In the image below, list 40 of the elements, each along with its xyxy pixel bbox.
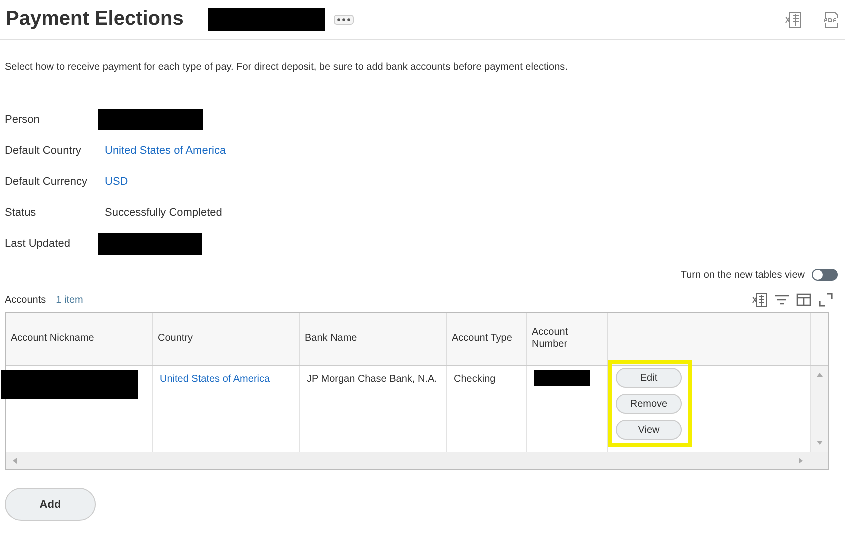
action-button[interactable]: View — [616, 420, 682, 440]
field-label: Default Currency — [5, 176, 89, 188]
column-header: Account Type — [447, 313, 527, 365]
field-link[interactable]: United States of America — [105, 144, 226, 156]
spreadsheet-icon[interactable] — [785, 10, 803, 28]
add-button[interactable]: Add — [5, 488, 96, 521]
columns-icon[interactable] — [796, 292, 812, 308]
column-header: Bank Name — [300, 313, 447, 365]
field-link[interactable]: USD — [105, 176, 128, 188]
action-button[interactable]: Edit — [616, 368, 682, 388]
field-value: Successfully Completed — [105, 206, 222, 218]
column-header: Country — [153, 313, 300, 365]
column-header: Account Number — [527, 313, 608, 365]
page-title: Payment Elections — [6, 8, 184, 31]
document-icon[interactable] — [823, 10, 841, 28]
vertical-scrollbar[interactable] — [811, 366, 828, 452]
scroll-up-icon[interactable] — [816, 372, 824, 378]
scroll-down-icon[interactable] — [816, 440, 824, 446]
scroll-right-icon[interactable] — [798, 456, 804, 464]
table-cell: Checking — [454, 374, 496, 385]
field-label: Last Updated — [5, 238, 72, 250]
action-button[interactable]: Remove — [616, 394, 682, 414]
field-label: Default Country — [5, 144, 82, 156]
expand-icon[interactable] — [818, 292, 834, 308]
column-header: Account Nickname — [6, 313, 153, 365]
table-link[interactable]: United States of America — [160, 374, 270, 385]
spreadsheet-icon[interactable] — [752, 292, 768, 308]
item-count: 1 item — [56, 294, 84, 306]
scroll-left-icon[interactable] — [12, 456, 18, 464]
more-icon — [336, 18, 351, 22]
toggle-switch[interactable] — [812, 269, 838, 281]
redaction-bar — [534, 370, 590, 386]
section-title: Accounts — [5, 294, 46, 306]
horizontal-scrollbar[interactable] — [6, 452, 828, 469]
more-button[interactable] — [334, 14, 354, 24]
table-cell: JP Morgan Chase Bank, N.A. — [307, 374, 438, 385]
field-label: Person — [5, 114, 41, 126]
toggle-label: Turn on the new tables view — [680, 270, 805, 280]
intro-text: Select how to receive payment for each type of pay. For direct deposit, be sure to add bank accounts before payment elections. — [5, 62, 569, 74]
field-label: Status — [5, 206, 38, 218]
